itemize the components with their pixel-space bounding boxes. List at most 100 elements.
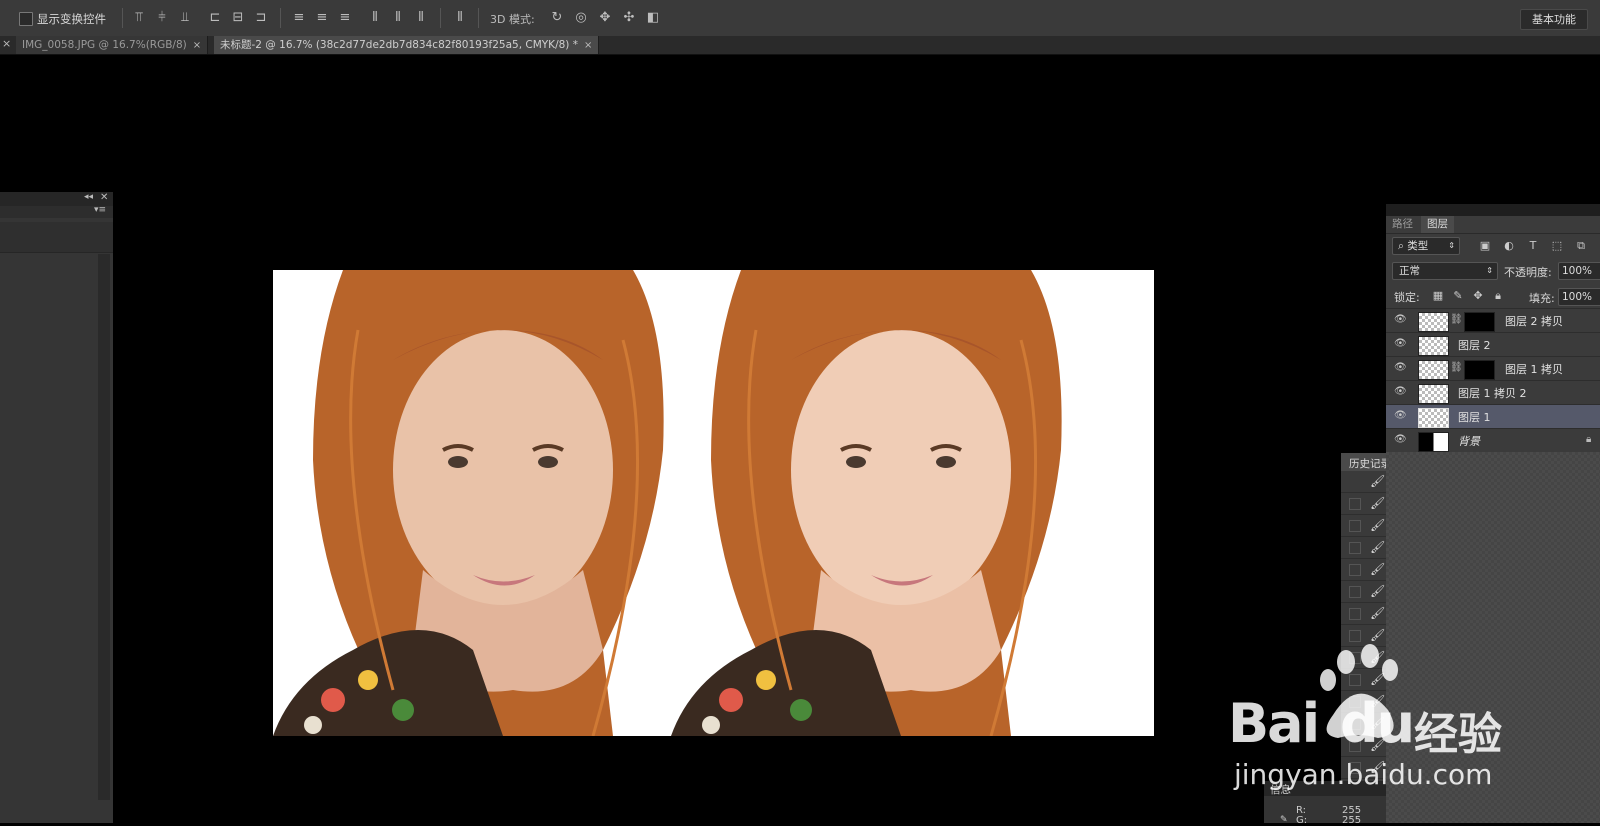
align-right-icon[interactable]: ⊐ [253,10,269,26]
history-checkbox[interactable] [1349,718,1361,730]
show-transform-checkbox[interactable] [19,12,33,26]
close-icon[interactable]: ✕ [100,192,108,203]
align-bottom-icon[interactable]: ⫫ [177,10,193,26]
layer-row[interactable]: 👁︎ 图层 1 拷贝 2 [1386,380,1600,404]
eye-icon[interactable]: 👁︎ [1394,339,1408,349]
3d-roll-icon[interactable]: ◎ [573,10,589,26]
history-checkbox[interactable] [1349,740,1361,752]
smart-object-filter-icon[interactable]: ⧉ [1575,240,1587,252]
history-item[interactable]: 🖌 [1341,581,1386,603]
distribute-bottom-icon[interactable]: ≡ [337,10,353,26]
collapse-icon[interactable]: ◂◂ [84,192,93,202]
shape-filter-icon[interactable]: ⬚ [1551,240,1563,252]
eye-icon[interactable]: 👁︎ [1394,363,1408,373]
mask-thumbnail[interactable] [1464,360,1495,380]
3d-slide-icon[interactable]: ✣ [621,10,637,26]
history-checkbox[interactable] [1349,608,1361,620]
lock-pixels-icon[interactable]: ✎ [1452,290,1464,302]
adjustment-filter-icon[interactable]: ◐ [1503,240,1515,252]
distribute-vcenter-icon[interactable]: ≡ [314,10,330,26]
layer-row[interactable]: 👁︎ ⛓︎ 图层 2 拷贝 [1386,308,1600,332]
history-checkbox[interactable] [1349,674,1361,686]
opacity-input[interactable]: 100% [1558,262,1600,280]
lock-icon: 🔒︎ [1586,434,1592,445]
align-hcenter-icon[interactable]: ⊟ [230,10,246,26]
layer-row[interactable]: 👁︎ ⛓︎ 图层 1 拷贝 [1386,356,1600,380]
layer-row-selected[interactable]: 👁︎ 图层 1 [1386,404,1600,428]
distribute-top-icon[interactable]: ≡ [291,10,307,26]
layer-thumbnail [1418,408,1449,428]
close-icon[interactable]: × [193,40,201,51]
3d-rotate-icon[interactable]: ↻ [549,10,565,26]
history-checkbox[interactable] [1349,586,1361,598]
align-vcenter-icon[interactable]: ⫩ [154,10,170,26]
lock-all-icon[interactable]: 🔒︎ [1492,290,1504,302]
link-icon[interactable]: ⛓︎ [1450,314,1463,325]
history-tab[interactable]: 历史记录 [1341,453,1391,471]
distribute-left-icon[interactable]: ⦀ [367,10,383,26]
blend-mode-select[interactable]: 正常 ⇕ [1392,262,1498,280]
history-item[interactable]: 🖌 [1341,713,1386,735]
auto-align-icon[interactable]: ⫴ [452,10,468,26]
layer-thumbnail [1418,312,1449,332]
close-icon[interactable]: × [584,40,592,51]
tab-label: 未标题-2 @ 16.7% (38c2d77de2db7d834c82f8019… [220,39,578,51]
align-top-icon[interactable]: ⫪ [131,10,147,26]
layer-row[interactable]: 👁︎ 背景 🔒︎ [1386,428,1600,452]
layer-row[interactable]: 👁︎ 图层 2 [1386,332,1600,356]
distribute-right-icon[interactable]: ⦀ [413,10,429,26]
link-icon[interactable]: ⛓︎ [1450,362,1463,373]
history-item[interactable]: 🖌 [1341,493,1386,515]
history-item[interactable]: 🖌 [1341,603,1386,625]
history-item[interactable]: 🖌 [1341,471,1386,493]
history-item[interactable]: 🖌 [1341,669,1386,691]
fill-label: 填充: [1529,292,1555,305]
history-item[interactable]: 🖌 [1341,537,1386,559]
history-checkbox[interactable] [1349,498,1361,510]
history-checkbox[interactable] [1349,652,1361,664]
fill-input[interactable]: 100% [1558,288,1600,306]
align-left-icon[interactable]: ⊏ [207,10,223,26]
lock-position-icon[interactable]: ✥ [1472,290,1484,302]
history-checkbox[interactable] [1349,542,1361,554]
mask-thumbnail[interactable] [1464,312,1495,332]
history-checkbox[interactable] [1349,520,1361,532]
panel-menu-icon[interactable]: ▾≡ [94,205,106,215]
history-item[interactable]: 🖌 [1341,559,1386,581]
workspace-button[interactable]: 基本功能 [1520,9,1588,30]
distribute-hcenter-icon[interactable]: ⦀ [390,10,406,26]
close-icon[interactable]: × [2,37,11,50]
eye-icon[interactable]: 👁︎ [1394,387,1408,397]
divider [280,8,281,28]
document-canvas[interactable] [273,270,1154,736]
tab-layers[interactable]: 图层 [1421,216,1454,233]
history-item[interactable]: 🖌 [1341,757,1386,779]
layer-name: 图层 1 [1458,411,1491,424]
options-bar: 显示变换控件 ⫪ ⫩ ⫫ ⊏ ⊟ ⊐ ≡ ≡ ≡ ⦀ ⦀ ⦀ ⫴ 3D 模式: … [0,0,1600,37]
scrollbar[interactable] [98,254,110,800]
3d-pan-icon[interactable]: ✥ [597,10,613,26]
history-item[interactable]: 🖌 [1341,647,1386,669]
type-filter-icon[interactable]: T [1527,240,1539,252]
filter-kind-select[interactable]: ⌕ 类型 ⇕ [1392,237,1460,255]
eye-icon[interactable]: 👁︎ [1394,435,1408,445]
history-checkbox[interactable] [1349,630,1361,642]
eye-icon[interactable]: 👁︎ [1394,411,1408,421]
pixel-filter-icon[interactable]: ▣ [1479,240,1491,252]
lock-label: 锁定: [1394,291,1420,304]
history-list: 🖌 🖌 🖌 🖌 🖌 🖌 🖌 🖌 🖌 🖌 🖌 🖌 🖌 🖌 [1341,471,1386,801]
history-item[interactable]: 🖌 [1341,515,1386,537]
history-checkbox[interactable] [1349,696,1361,708]
history-item[interactable]: 🖌 [1341,691,1386,713]
3d-scale-icon[interactable]: ◧ [645,10,661,26]
history-item[interactable]: 🖌 [1341,625,1386,647]
history-checkbox[interactable] [1349,564,1361,576]
brush-icon: 🖌 [1370,650,1386,664]
lock-transparency-icon[interactable]: ▦ [1432,290,1444,302]
history-checkbox[interactable] [1349,762,1361,774]
history-item[interactable]: 🖌 [1341,735,1386,757]
tab-untitled-2[interactable]: 未标题-2 @ 16.7% (38c2d77de2db7d834c82f8019… [214,36,600,54]
tab-paths[interactable]: 路径 [1386,216,1419,233]
tab-img-0058[interactable]: IMG_0058.JPG @ 16.7%(RGB/8) × [16,36,209,54]
eye-icon[interactable]: 👁︎ [1394,315,1408,325]
